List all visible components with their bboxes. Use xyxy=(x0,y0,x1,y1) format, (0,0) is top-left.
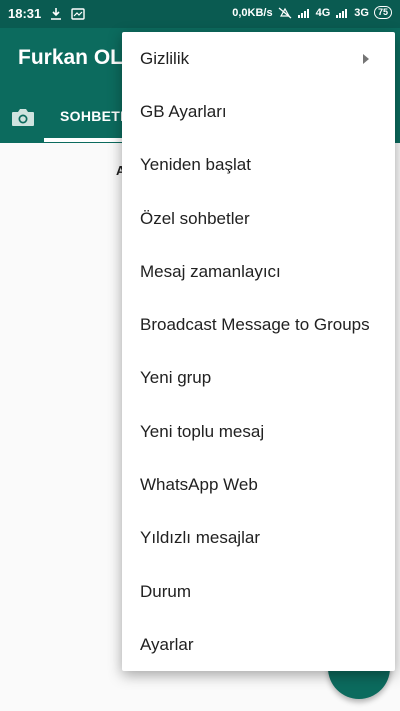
signal-icon xyxy=(336,8,348,18)
menu-item-restart[interactable]: Yeniden başlat xyxy=(122,139,395,192)
menu-item-label: Özel sohbetler xyxy=(140,208,250,228)
signal-3g-label: 3G xyxy=(354,6,369,19)
menu-item-status[interactable]: Durum xyxy=(122,565,395,618)
menu-item-whatsapp-web[interactable]: WhatsApp Web xyxy=(122,458,395,511)
menu-item-label: Mesaj zamanlayıcı xyxy=(140,261,281,281)
camera-icon[interactable] xyxy=(10,106,36,128)
menu-item-label: Yeni toplu mesaj xyxy=(140,421,265,441)
menu-item-private-chats[interactable]: Özel sohbetler xyxy=(122,192,395,245)
download-icon xyxy=(51,7,62,20)
submenu-arrow-icon xyxy=(363,53,369,64)
menu-item-label: Durum xyxy=(140,581,192,601)
menu-item-settings[interactable]: Ayarlar xyxy=(122,618,395,671)
menu-item-label: Broadcast Message to Groups xyxy=(140,315,370,335)
menu-item-label: Yıldızlı mesajlar xyxy=(140,528,260,548)
tab-chats[interactable]: SOHBETL xyxy=(60,108,129,124)
menu-item-gb-settings[interactable]: GB Ayarları xyxy=(122,85,395,138)
signal-icon xyxy=(297,8,309,18)
network-speed: 0,0KB/s xyxy=(232,6,273,19)
menu-item-broadcast-groups[interactable]: Broadcast Message to Groups xyxy=(122,298,395,351)
menu-item-new-group[interactable]: Yeni grup xyxy=(122,352,395,405)
menu-item-privacy[interactable]: Gizlilik xyxy=(122,32,395,85)
menu-item-label: Gizlilik xyxy=(140,48,190,68)
status-bar: 18:31 0,0KB/s 4G 3G 75 xyxy=(0,0,400,28)
menu-item-label: Yeniden başlat xyxy=(140,155,251,175)
menu-item-label: WhatsApp Web xyxy=(140,475,258,495)
image-icon xyxy=(71,7,85,20)
signal-4g-label: 4G xyxy=(315,6,331,19)
menu-item-new-broadcast[interactable]: Yeni toplu mesaj xyxy=(122,405,395,458)
overflow-menu: Gizlilik GB Ayarları Yeniden başlat Özel… xyxy=(122,32,395,671)
status-time: 18:31 xyxy=(8,6,42,21)
tab-indicator xyxy=(44,138,124,142)
menu-item-label: Yeni grup xyxy=(140,368,212,388)
menu-item-label: Ayarlar xyxy=(140,634,194,654)
battery-icon: 75 xyxy=(373,6,392,19)
mute-icon xyxy=(278,7,292,18)
app-title: Furkan OL xyxy=(18,46,124,69)
menu-item-starred-messages[interactable]: Yıldızlı mesajlar xyxy=(122,512,395,565)
menu-item-label: GB Ayarları xyxy=(140,101,227,121)
menu-item-message-scheduler[interactable]: Mesaj zamanlayıcı xyxy=(122,245,395,298)
